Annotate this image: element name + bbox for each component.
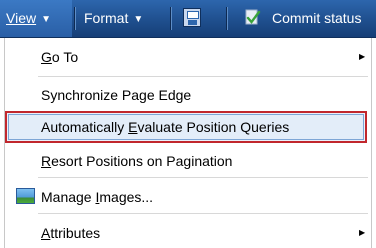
menu-item-label: Attributes <box>41 225 101 241</box>
format-menu-label: Format <box>84 10 129 26</box>
menu-divider <box>38 213 368 214</box>
menu-item-label: Resort Positions on Pagination <box>41 153 233 169</box>
toolbar-separator <box>226 7 228 30</box>
save-icon[interactable] <box>183 8 201 27</box>
toolbar-separator <box>74 7 76 30</box>
menu-item-label: Synchronize Page Edge <box>41 87 192 103</box>
menu-item-automatically-evaluate-position-queries[interactable]: Automatically Evaluate Position Queries <box>5 111 367 143</box>
commit-status-button[interactable]: Commit status <box>272 0 361 37</box>
menu-item-label: Manage Images... <box>41 189 154 205</box>
submenu-arrow-icon: ▶ <box>359 52 366 61</box>
view-dropdown-menu: Go To ▶ Synchronize Page Edge Automatica… <box>4 38 372 248</box>
submenu-arrow-icon: ▶ <box>359 228 366 237</box>
menu-item-label: Go To <box>41 49 79 65</box>
view-menu-button[interactable]: View ▼ <box>6 0 72 37</box>
toolbar-separator <box>170 7 172 30</box>
commit-status-icon[interactable] <box>244 9 262 27</box>
chevron-down-icon: ▼ <box>41 14 51 25</box>
chevron-down-icon: ▼ <box>133 14 144 25</box>
menu-item-go-to[interactable]: Go To ▶ <box>5 42 371 72</box>
menu-item-attributes[interactable]: Attributes ▶ <box>5 218 371 248</box>
image-icon <box>16 188 35 204</box>
menu-item-manage-images[interactable]: Manage Images... <box>5 182 371 212</box>
menu-item-synchronize-page-edge[interactable]: Synchronize Page Edge <box>5 80 371 110</box>
menu-item-label: Automatically Evaluate Position Queries <box>41 119 290 135</box>
commit-status-label: Commit status <box>272 10 362 26</box>
menu-divider <box>38 76 368 77</box>
menu-item-resort-positions-on-pagination[interactable]: Resort Positions on Pagination <box>5 146 371 176</box>
format-menu-button[interactable]: Format ▼ <box>84 0 143 37</box>
view-menu-label: View <box>6 10 37 26</box>
menu-divider <box>38 177 368 178</box>
toolbar: View ▼ Format ▼ Commit status <box>0 0 376 38</box>
